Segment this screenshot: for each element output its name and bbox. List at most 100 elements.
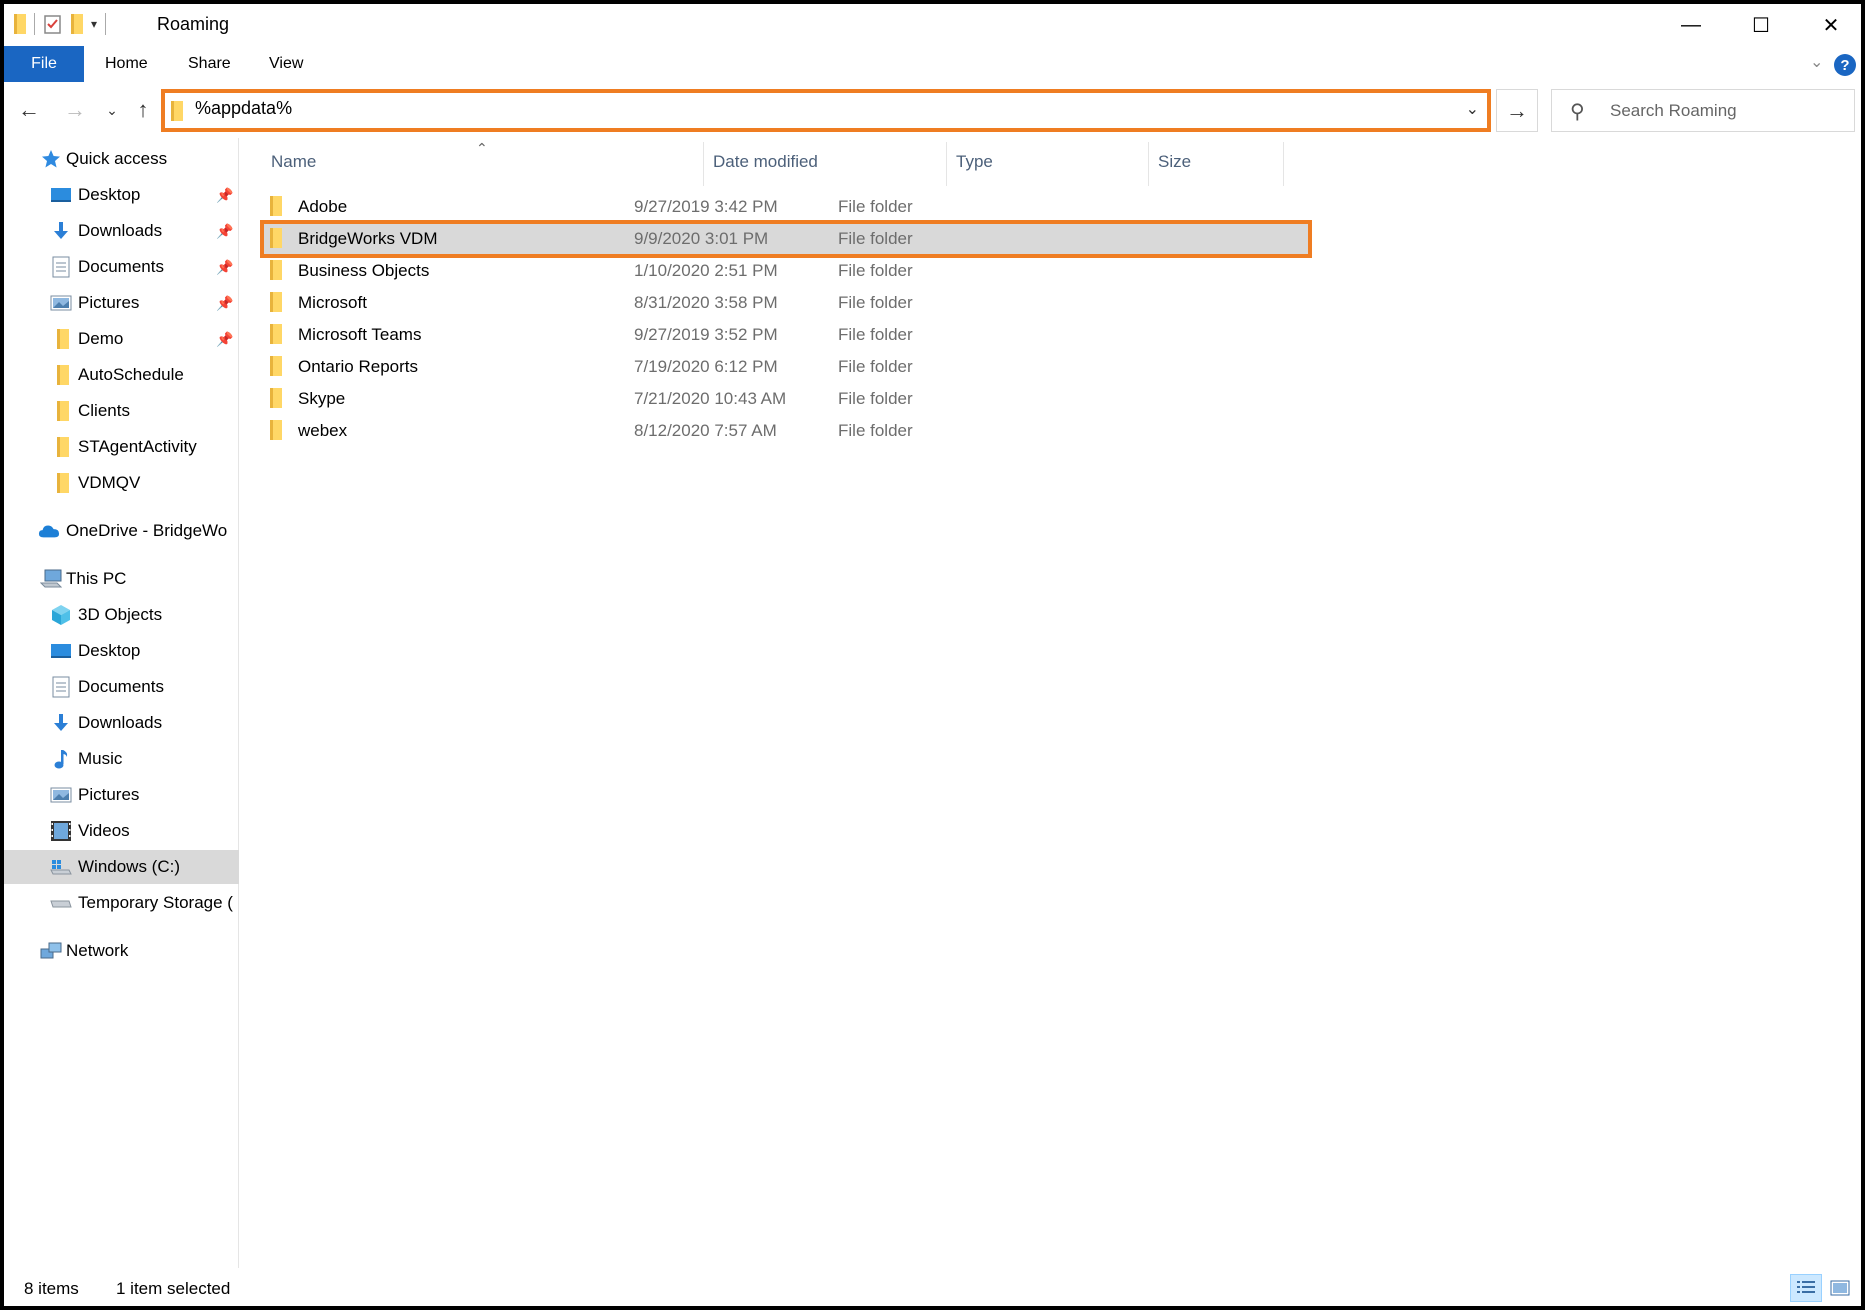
sidebar-item-documents[interactable]: Documents 📌 [4, 250, 239, 284]
go-button[interactable]: → [1496, 89, 1538, 132]
file-date: 1/10/2020 2:51 PM [634, 261, 778, 280]
search-box[interactable]: ⚲ Search Roaming [1551, 89, 1855, 132]
table-row[interactable]: Skype 7/21/2020 10:43 AM File folder [262, 383, 1312, 415]
up-button[interactable]: ↑ [128, 92, 158, 128]
pin-icon[interactable]: 📌 [216, 295, 233, 312]
expand-ribbon-chevron-icon[interactable]: ⌄ [1810, 52, 1823, 72]
column-divider[interactable] [703, 142, 704, 186]
sidebar-item-3d-objects[interactable]: 3D Objects [4, 598, 239, 632]
file-type: File folder [838, 421, 913, 440]
back-button[interactable]: ← [14, 92, 44, 128]
sidebar-item-videos[interactable]: Videos [4, 814, 239, 848]
title-bar: ▾ Roaming — ☐ ✕ [4, 4, 1861, 46]
sidebar-item-vdmqv[interactable]: VDMQV [4, 466, 239, 500]
status-bar: 8 items 1 item selected [4, 1268, 1861, 1306]
forward-button[interactable]: → [60, 92, 90, 128]
table-row[interactable]: Business Objects 1/10/2020 2:51 PM File … [262, 255, 1312, 287]
properties-icon[interactable] [43, 13, 63, 35]
sidebar-item-downloads[interactable]: Downloads 📌 [4, 214, 239, 248]
pin-icon[interactable]: 📌 [216, 259, 233, 276]
tab-share[interactable]: Share [188, 46, 231, 82]
column-divider[interactable] [1148, 142, 1149, 186]
tab-home[interactable]: Home [105, 46, 148, 82]
column-header-type[interactable]: Type [956, 152, 993, 172]
close-icon: ✕ [1822, 14, 1840, 37]
sidebar-item-autoschedule[interactable]: AutoSchedule [4, 358, 239, 392]
pin-icon[interactable]: 📌 [216, 187, 233, 204]
table-row[interactable]: Adobe 9/27/2019 3:42 PM File folder [262, 191, 1312, 223]
table-row[interactable]: BridgeWorks VDM 9/9/2020 3:01 PM File fo… [262, 223, 1312, 255]
column-header-size[interactable]: Size [1158, 152, 1191, 172]
help-button[interactable]: ? [1834, 54, 1856, 76]
recent-locations-button[interactable]: ⌄ [97, 92, 127, 128]
new-folder-icon[interactable] [71, 14, 83, 34]
file-name: Adobe [298, 197, 348, 216]
folder-icon [270, 388, 282, 408]
sidebar-item-downloads[interactable]: Downloads [4, 706, 239, 740]
tab-file[interactable]: File [4, 46, 84, 82]
sidebar-item-this-pc[interactable]: This PC [4, 562, 239, 596]
file-date: 9/27/2019 3:52 PM [634, 325, 778, 344]
sidebar-item-documents[interactable]: Documents [4, 670, 239, 704]
table-row[interactable]: Ontario Reports 7/19/2020 6:12 PM File f… [262, 351, 1312, 383]
sidebar-item-desktop[interactable]: Desktop [4, 634, 239, 668]
address-row: ← → ⌄ ↑ ⌄ → ⚲ Search Roaming [4, 82, 1861, 138]
file-date: 7/21/2020 10:43 AM [634, 389, 787, 408]
folder-icon [171, 101, 183, 121]
pictures-icon [50, 292, 72, 314]
table-row[interactable]: Microsoft Teams 9/27/2019 3:52 PM File f… [262, 319, 1312, 351]
sidebar-item-pictures[interactable]: Pictures 📌 [4, 286, 239, 320]
sidebar-item-quick-access[interactable]: Quick access [4, 142, 239, 176]
up-arrow-icon: ↑ [137, 97, 149, 122]
sidebar-item-clients[interactable]: Clients [4, 394, 239, 428]
details-view-icon [1797, 1281, 1815, 1293]
column-divider[interactable] [1283, 142, 1284, 186]
minimize-button[interactable]: — [1656, 4, 1726, 46]
sidebar-item-label: Desktop [78, 641, 141, 660]
customize-toolbar-chevron-icon[interactable]: ▾ [91, 17, 97, 31]
sidebar-item-label: Pictures [78, 785, 140, 804]
sidebar-item-pictures[interactable]: Pictures [4, 778, 239, 812]
folder-icon [270, 292, 282, 312]
table-row[interactable]: webex 8/12/2020 7:57 AM File folder [262, 415, 1312, 447]
pin-icon[interactable]: 📌 [216, 331, 233, 348]
go-arrow-icon: → [1506, 97, 1528, 123]
sidebar-item-music[interactable]: Music [4, 742, 239, 776]
address-bar[interactable]: ⌄ [161, 89, 1491, 132]
pin-icon[interactable]: 📌 [216, 223, 233, 240]
ribbon: File Home Share View ⌄ ? [4, 46, 1861, 82]
file-type: File folder [838, 293, 913, 312]
toolbar-divider [34, 13, 35, 35]
folder-icon [270, 324, 282, 344]
tab-view[interactable]: View [269, 46, 303, 82]
column-header-date-modified[interactable]: Date modified [713, 152, 818, 172]
folder-icon [270, 196, 282, 216]
maximize-button[interactable]: ☐ [1726, 4, 1796, 46]
3d-objects-icon [50, 604, 72, 626]
file-name: Microsoft Teams [298, 325, 422, 344]
table-row[interactable]: Microsoft 8/31/2020 3:58 PM File folder [262, 287, 1312, 319]
column-header-name[interactable]: Name [271, 152, 316, 172]
folder-icon [270, 228, 282, 248]
sidebar-item-network[interactable]: Network [4, 934, 239, 968]
search-icon: ⚲ [1570, 101, 1585, 123]
sidebar-item-label: This PC [66, 569, 127, 588]
sidebar-item-desktop[interactable]: Desktop 📌 [4, 178, 239, 212]
address-history-chevron-icon[interactable]: ⌄ [1466, 99, 1479, 119]
sidebar-item-stagentactivity[interactable]: STAgentActivity [4, 430, 239, 464]
folder-icon [52, 472, 74, 494]
sidebar-item-temporary-storage[interactable]: Temporary Storage ( [4, 886, 239, 920]
details-view-button[interactable] [1790, 1274, 1822, 1302]
sidebar-item-onedrive[interactable]: OneDrive - BridgeWo [4, 514, 239, 548]
large-icons-view-button[interactable] [1824, 1274, 1856, 1302]
sidebar-item-demo[interactable]: Demo 📌 [4, 322, 239, 356]
sidebar-item-windows-c[interactable]: Windows (C:) [4, 850, 239, 884]
sidebar-item-label: Demo [78, 329, 124, 348]
file-type: File folder [838, 357, 913, 376]
column-divider[interactable] [946, 142, 947, 186]
sidebar-item-label: Downloads [78, 221, 163, 240]
selection-status: 1 item selected [116, 1279, 231, 1298]
address-input[interactable] [195, 98, 1395, 119]
close-button[interactable]: ✕ [1796, 4, 1861, 46]
window-title: Roaming [157, 14, 230, 34]
